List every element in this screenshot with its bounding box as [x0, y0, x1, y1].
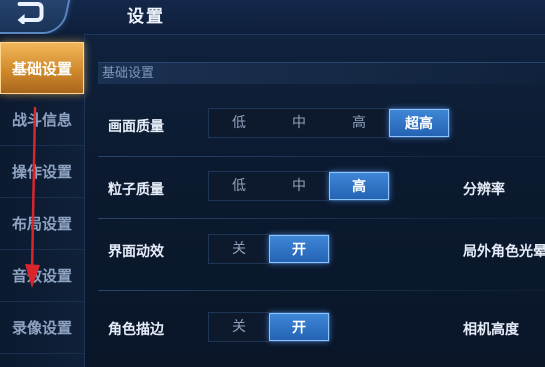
- sidebar-item-layout-settings[interactable]: 布局设置: [0, 198, 84, 250]
- camera-height-label: 相机高度: [463, 322, 519, 338]
- row-divider: [98, 290, 545, 291]
- particle-quality-label: 粒子质量: [108, 182, 164, 198]
- particle-quality-option-medium[interactable]: 中: [269, 172, 329, 200]
- character-outline-option-on[interactable]: 开: [269, 313, 329, 341]
- row-divider: [98, 218, 545, 219]
- particle-quality-option-high[interactable]: 高: [329, 172, 389, 200]
- image-quality-option-low[interactable]: 低: [209, 109, 269, 137]
- back-arrow-icon: [17, 2, 44, 24]
- section-header: 基础设置: [98, 62, 545, 84]
- sidebar-item-sound-settings[interactable]: 音效设置: [0, 250, 84, 302]
- top-bar: 设置: [0, 0, 545, 35]
- sidebar-item-battle-info[interactable]: 战斗信息: [0, 94, 84, 146]
- row-divider: [98, 156, 545, 157]
- ui-effects-option-off[interactable]: 关: [209, 235, 269, 263]
- image-quality-option-medium[interactable]: 中: [269, 109, 329, 137]
- particle-quality-option-low[interactable]: 低: [209, 172, 269, 200]
- resolution-label: 分辨率: [463, 182, 505, 198]
- image-quality-selector: 低 中 高 超高: [208, 108, 450, 138]
- sidebar-item-replay-settings[interactable]: 录像设置: [0, 302, 84, 354]
- image-quality-option-high[interactable]: 高: [329, 109, 389, 137]
- character-outline-label: 角色描边: [108, 322, 164, 338]
- settings-content: 基础设置 画面质量 低 中 高 超高 粒子质量 低 中 高 分辨率 界面动效 关…: [86, 34, 545, 367]
- ui-effects-label: 界面动效: [108, 244, 164, 260]
- image-quality-option-ultra[interactable]: 超高: [389, 109, 449, 137]
- image-quality-label: 画面质量: [108, 119, 164, 135]
- character-outline-toggle: 关 开: [208, 312, 330, 342]
- sidebar-item-control-settings[interactable]: 操作设置: [0, 146, 84, 198]
- outside-character-glow-label: 局外角色光晕: [463, 244, 545, 260]
- character-outline-option-off[interactable]: 关: [209, 313, 269, 341]
- sidebar-item-basic-settings[interactable]: 基础设置: [0, 42, 84, 94]
- ui-effects-toggle: 关 开: [208, 234, 330, 264]
- particle-quality-selector: 低 中 高: [208, 171, 390, 201]
- back-button[interactable]: [0, 0, 74, 34]
- page-title: 设置: [127, 7, 165, 27]
- settings-sidebar: 基础设置 战斗信息 操作设置 布局设置 音效设置 录像设置: [0, 34, 85, 367]
- ui-effects-option-on[interactable]: 开: [269, 235, 329, 263]
